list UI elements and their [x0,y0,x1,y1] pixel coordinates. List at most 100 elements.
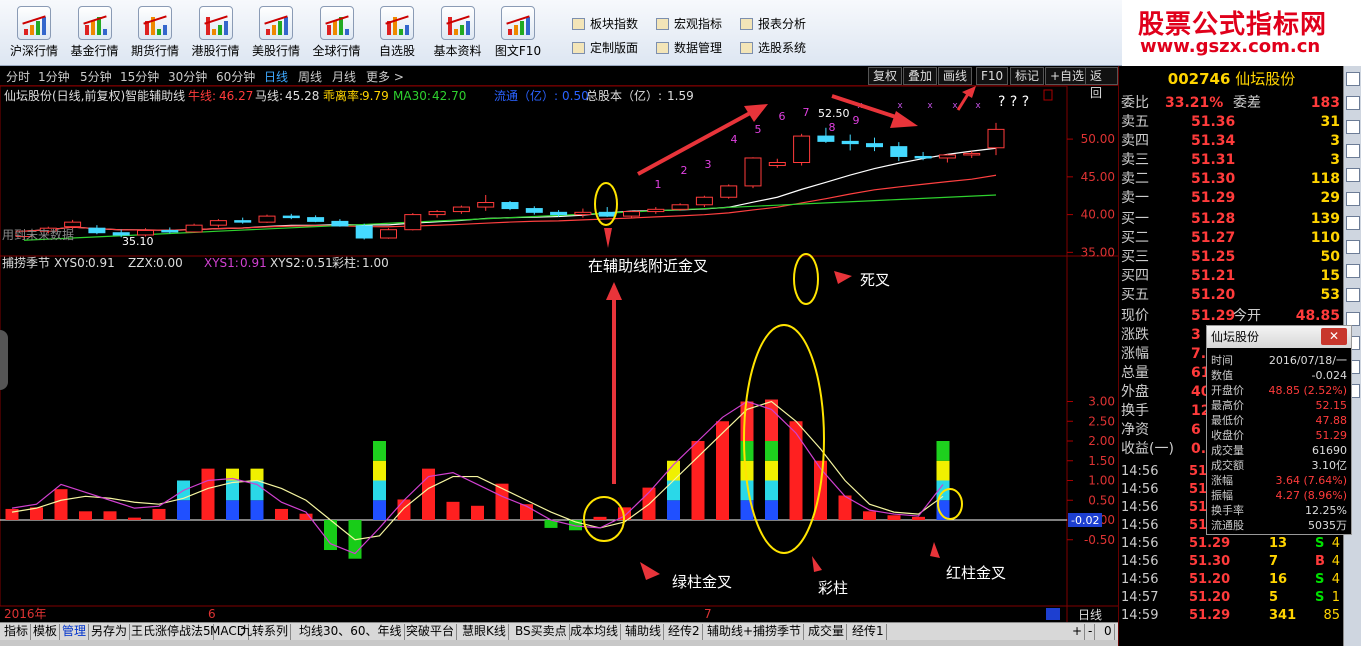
main-legend-item-10: 0.50 [562,89,589,103]
menu-item-1[interactable]: 宏观指标 [654,14,722,34]
side-tool-icon[interactable] [1346,216,1360,230]
ask-price: 51.31 [1191,152,1236,168]
side-tool-icon[interactable] [1346,144,1360,158]
side-tool-icon[interactable] [1346,168,1360,182]
tick-row-5: 14:56 51.30 7 B 4 [1119,553,1344,571]
candle-body [477,202,495,208]
period-tab-4[interactable]: 30分钟 [168,68,207,85]
indicator-tab-0[interactable]: 指标 [2,624,32,640]
function-button-4[interactable]: 标记 [1010,67,1045,85]
indicator-tab-8[interactable]: 突破平台 [404,624,458,640]
indicator-tab-9[interactable]: 慧眼K线 [460,624,509,640]
period-tab-6[interactable]: 日线 [264,68,288,85]
candle-count-label: 5 [755,123,762,136]
popup-close-button[interactable]: ✕ [1321,328,1347,345]
xaxis-label-month-6: 6 [208,607,216,621]
popup-value: 12.25% [1305,504,1347,517]
period-tab-9[interactable]: 更多 > [366,68,404,85]
indicator-tab-11[interactable]: 成本均线 [568,624,622,640]
indicator-tab-6[interactable]: 九转系列 [238,624,292,640]
panel-toggle-icon[interactable] [1043,89,1053,101]
toolbar-button-label: 自选股 [378,44,415,58]
tab-control-1[interactable]: - [1086,624,1096,640]
menu-item-0[interactable]: 板块指数 [570,14,638,34]
sub-legend-item-6: 0.91 [240,256,267,270]
tab-control-0[interactable]: + [1070,624,1086,640]
period-tab-0[interactable]: 分时 [6,68,30,85]
candle-body [598,211,616,217]
side-tool-icon[interactable] [1346,288,1360,302]
period-tab-1[interactable]: 1分钟 [38,68,70,85]
period-tab-8[interactable]: 月线 [332,68,356,85]
side-tool-icon[interactable] [1346,240,1360,254]
candle-count-label: 6 [779,110,786,123]
period-tab-5[interactable]: 60分钟 [216,68,255,85]
indicator-tab-2[interactable]: 管理 [60,624,90,640]
golden-cross-annotation: 在辅助线附近金叉 [588,257,708,275]
bid-label: 买一 [1121,211,1149,227]
function-button-1[interactable]: 叠加 [903,67,938,85]
indicator-tab-7[interactable]: 均线30、60、年线 [297,624,405,640]
bid-label: 买四 [1121,268,1149,284]
function-button-0[interactable]: 复权 [868,67,903,85]
indicator-tab-10[interactable]: BS买卖点 [513,624,570,640]
tick-time: 14:56 [1121,464,1159,479]
toolbar-button-5[interactable]: 全球行情 [307,4,367,62]
period-tab-2[interactable]: 5分钟 [80,68,112,85]
stat-value: 6 [1191,422,1201,438]
popup-row-8: 涨幅 3.64 (7.64%) [1207,474,1351,487]
toolbar-button-2[interactable]: 期货行情 [125,4,185,62]
indicator-tab-13[interactable]: 经传2 [666,624,703,640]
price-tick-label: 40.00 [1081,208,1115,222]
period-tab-7[interactable]: 周线 [298,68,322,85]
bid-volume: 15 [1320,268,1340,284]
histogram-bar [5,508,19,520]
sub-tick-label: 3.00 [1088,395,1115,409]
menu-item-icon [656,42,669,54]
indicator-tab-4[interactable]: 王氏涨停战法5 [129,624,214,640]
f10-doc-icon [501,6,535,40]
menu-item-2[interactable]: 报表分析 [738,14,806,34]
market-chart-icon [17,6,51,40]
menu-item-3[interactable]: 定制版面 [570,38,638,58]
menu-item-5[interactable]: 选股系统 [738,38,806,58]
side-panel-handle[interactable] [0,330,8,390]
ask-label: 卖五 [1121,114,1149,130]
side-tool-icon[interactable] [1346,264,1360,278]
xaxis-period-label[interactable]: 日线 [1078,608,1102,622]
indicator-tab-15[interactable]: 成交量 [806,624,848,640]
side-tool-icon[interactable] [1346,120,1360,134]
tick-price: 51 [1189,464,1208,479]
stat-label: 外盘 [1121,384,1149,400]
tab-control-2[interactable]: 0 [1102,624,1115,640]
function-button-2[interactable]: 画线 [938,67,973,85]
sub-legend-item-2: 0.91 [88,256,115,270]
indicator-tab-14[interactable]: 辅助线+捕捞季节 [705,624,805,640]
menu-item-4[interactable]: 数据管理 [654,38,722,58]
toolbar-button-3[interactable]: 港股行情 [186,4,246,62]
fund-chart-icon [77,6,112,40]
side-tool-icon[interactable] [1346,96,1360,110]
chart-svg[interactable]: 50.0045.0040.0035.00仙坛股份(日线,前复权)智能辅助线 牛线:… [0,85,1118,622]
function-button-5[interactable]: +自选 [1045,67,1090,85]
indicator-tab-12[interactable]: 辅助线 [623,624,665,640]
indicator-tab-1[interactable]: 模板 [31,624,61,640]
toolbar-button-4[interactable]: 美股行情 [246,4,306,62]
popup-row-1: 数值 -0.024 [1207,369,1351,382]
indicator-tab-3[interactable]: 另存为 [89,624,131,640]
function-button-6[interactable]: 返回 [1085,67,1118,100]
stat-value: 0. [1191,441,1207,457]
main-legend-item-5: 乖离率: [323,88,363,103]
side-tool-icon[interactable] [1346,312,1360,326]
toolbar-button-7[interactable]: 基本资料 [428,4,488,62]
side-tool-icon[interactable] [1346,192,1360,206]
indicator-tab-16[interactable]: 经传1 [850,624,887,640]
toolbar-button-8[interactable]: 图文F10 [488,4,548,62]
toolbar-button-6[interactable]: 自选股 [367,4,427,62]
function-button-3[interactable]: F10 [976,67,1009,85]
toolbar-button-1[interactable]: 基金行情 [65,4,125,62]
period-tab-3[interactable]: 15分钟 [120,68,159,85]
toolbar-button-0[interactable]: 沪深行情 [4,4,64,62]
side-tool-icon[interactable] [1346,72,1360,86]
green-cross-label: 绿柱金叉 [672,573,732,591]
